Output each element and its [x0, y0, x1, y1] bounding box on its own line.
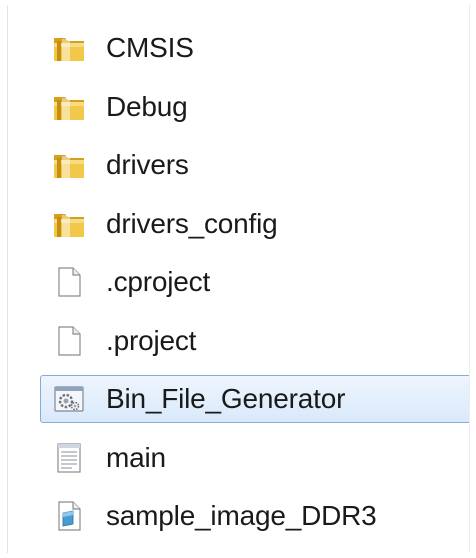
file-name: main: [106, 441, 166, 473]
file-list: CMSIS Debug drivers drivers_config .cpro…: [8, 19, 469, 546]
list-item-bin-file-generator[interactable]: Bin_File_Generator: [8, 370, 469, 429]
list-item-sample-image-ddr3[interactable]: sample_image_DDR3: [8, 487, 469, 546]
explorer-file-pane: CMSIS Debug drivers drivers_config .cpro…: [7, 5, 470, 553]
list-item-debug[interactable]: Debug: [8, 78, 469, 137]
folder-icon: [54, 38, 84, 61]
list-item-main[interactable]: main: [8, 429, 469, 488]
file-name: drivers_config: [106, 207, 278, 239]
file-name: CMSIS: [106, 32, 194, 63]
list-item-drivers[interactable]: drivers: [8, 136, 469, 195]
file-name: .cproject: [106, 266, 211, 297]
image-file-icon: [58, 501, 81, 531]
folder-icon: [54, 155, 84, 178]
text-file-icon: [57, 442, 81, 473]
row-highlight: [40, 83, 469, 131]
blank-file-icon: [58, 325, 81, 356]
folder-icon: [54, 96, 84, 120]
folder-icon: [54, 213, 84, 237]
row-highlight: [40, 434, 469, 482]
file-name: Debug: [106, 90, 188, 122]
blank-file-icon: [58, 267, 81, 297]
file-name: sample_image_DDR3: [106, 500, 377, 531]
row-highlight: [40, 24, 469, 72]
row-highlight: [40, 258, 469, 306]
list-item-cmsis[interactable]: CMSIS: [8, 19, 469, 78]
list-item-drivers-config[interactable]: drivers_config: [8, 195, 469, 254]
row-highlight: [40, 141, 469, 189]
file-name: .project: [106, 324, 197, 356]
file-name: drivers: [106, 149, 189, 180]
application-icon: [54, 386, 84, 412]
list-item-project[interactable]: .project: [8, 312, 469, 371]
file-name: Bin_File_Generator: [106, 383, 346, 414]
row-highlight: [40, 317, 469, 365]
list-item-cproject[interactable]: .cproject: [8, 253, 469, 312]
